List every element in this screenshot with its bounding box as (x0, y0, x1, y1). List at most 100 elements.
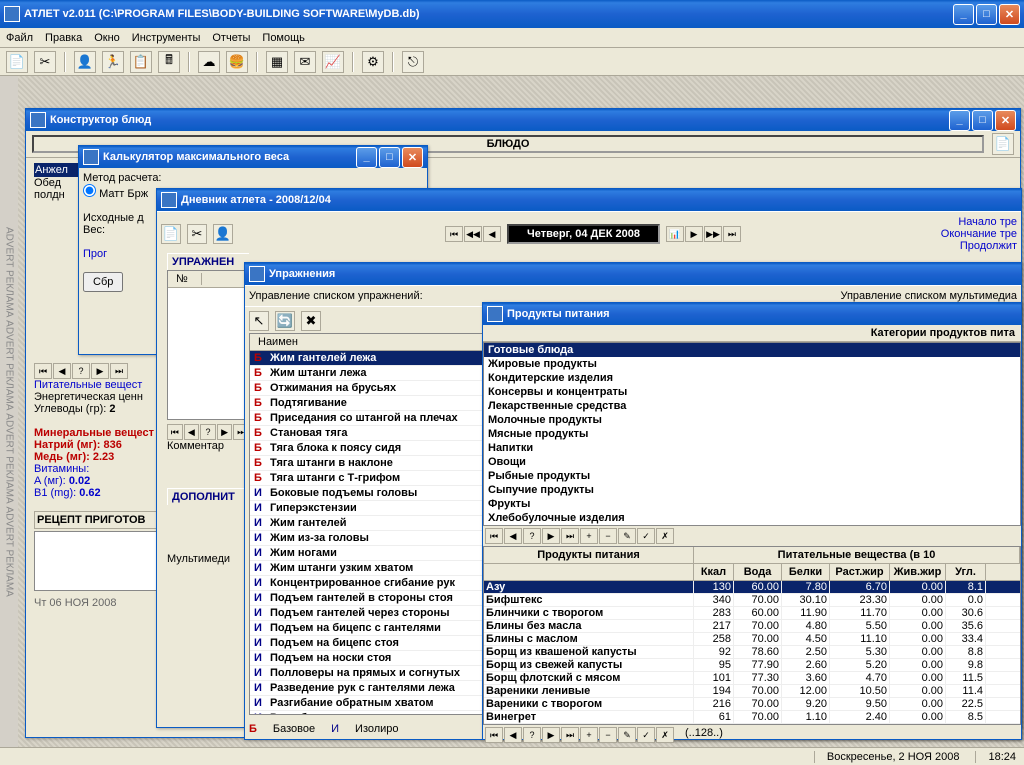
toolbar-gear-icon[interactable]: ⚙ (362, 51, 384, 73)
calc-min-button[interactable]: _ (356, 147, 377, 168)
ex-cursor-icon[interactable]: ↖ (249, 311, 269, 331)
exercise-row[interactable]: ИПодъем на носки стоя (250, 651, 488, 666)
dish-min-button[interactable]: _ (949, 110, 970, 131)
category-row[interactable]: Консервы и концентраты (484, 385, 1020, 399)
exercise-row[interactable]: БТяга блока к поясу сидя (250, 441, 488, 456)
exercise-row[interactable]: БПриседания со штангой на плечах (250, 411, 488, 426)
exercise-row[interactable]: ИПолловеры на прямых и согнутых (250, 666, 488, 681)
toolbar-run-icon[interactable]: 🏃 (102, 51, 124, 73)
product-row[interactable]: Азу13060.007.806.700.008.1 (484, 581, 1020, 594)
category-row[interactable]: Готовые блюда (484, 343, 1020, 357)
category-row[interactable]: Овощи (484, 455, 1020, 469)
exercise-row[interactable]: ИЖим из-за головы (250, 531, 488, 546)
toolbar-user-icon[interactable]: 👤 (74, 51, 96, 73)
product-col-header[interactable]: Вода (734, 564, 782, 580)
diary-new-icon[interactable]: 📄 (161, 224, 181, 244)
product-head[interactable]: Продукты питания (484, 547, 694, 563)
dish-close-button[interactable]: ✕ (995, 110, 1016, 131)
category-row[interactable]: Молочные продукты (484, 413, 1020, 427)
product-row[interactable]: Борщ флотский с мясом10177.303.604.700.0… (484, 672, 1020, 685)
exercise-row[interactable]: БЖим штанги лежа (250, 366, 488, 381)
product-col-header[interactable]: Белки (782, 564, 830, 580)
product-row[interactable]: Блины с маслом25870.004.5011.100.0033.4 (484, 633, 1020, 646)
toolbar-chart-icon[interactable]: 📈 (322, 51, 344, 73)
reset-button[interactable]: Сбр (83, 272, 123, 292)
toolbar-grid-icon[interactable]: ▦ (266, 51, 288, 73)
exercise-row[interactable]: ИГиперэкстензии (250, 501, 488, 516)
nut-head2[interactable]: Питательные вещества (в 10 (694, 547, 1020, 563)
diary-date-nav[interactable]: ⏮◀◀◀ (445, 226, 501, 242)
menu-file[interactable]: Файл (6, 32, 33, 44)
exercise-row[interactable]: БСтановая тяга (250, 426, 488, 441)
exercise-row[interactable]: ИЖим гантелей (250, 516, 488, 531)
toolbar-cut-icon[interactable]: ✂ (34, 51, 56, 73)
calc-max-button[interactable]: □ (379, 147, 400, 168)
product-row[interactable]: Блины без масла21770.004.805.500.0035.6 (484, 620, 1020, 633)
toolbar-cloud-icon[interactable]: ☁ (198, 51, 220, 73)
ex-delete-icon[interactable]: ✖ (301, 311, 321, 331)
category-row[interactable]: Кондитерские изделия (484, 371, 1020, 385)
min-head[interactable]: Минеральные вещест (34, 427, 166, 439)
menu-window[interactable]: Окно (94, 32, 120, 44)
toolbar-burger-icon[interactable]: 🍔 (226, 51, 248, 73)
product-row[interactable]: Вареники ленивые19470.0012.0010.500.0011… (484, 685, 1020, 698)
nut-head[interactable]: Питательные вещест (34, 379, 166, 391)
calc-close-button[interactable]: ✕ (402, 147, 423, 168)
exercise-row[interactable]: ИКонцентрированное сгибание рук (250, 576, 488, 591)
close-button[interactable]: ✕ (999, 4, 1020, 25)
product-col-header[interactable]: Угл. (946, 564, 986, 580)
menu-help[interactable]: Помощь (262, 32, 305, 44)
vit-head[interactable]: Витамины: (34, 463, 166, 475)
end-link[interactable]: Окончание тре (941, 228, 1017, 240)
menu-tools[interactable]: Инструменты (132, 32, 201, 44)
product-col-header[interactable]: Ккал (694, 564, 734, 580)
product-row[interactable]: Борщ из квашеной капусты9278.602.505.300… (484, 646, 1020, 659)
exercise-row[interactable]: БТяга штанги с Т-грифом (250, 471, 488, 486)
product-row[interactable]: Борщ из свежей капусты9577.902.605.200.0… (484, 659, 1020, 672)
toolbar-clip-icon[interactable]: 📋 (130, 51, 152, 73)
prod-nav[interactable]: ⏮◀?▶⏭+−✎✓✗ (..128..) (483, 725, 1021, 745)
col-name[interactable]: Наимен (254, 336, 484, 348)
product-col-header[interactable]: Раст.жир (830, 564, 890, 580)
category-row[interactable]: Рыбные продукты (484, 469, 1020, 483)
menu-edit[interactable]: Правка (45, 32, 82, 44)
product-row[interactable]: Бифштекс34070.0030.1023.300.000.0 (484, 594, 1020, 607)
dur-link[interactable]: Продолжит (941, 240, 1017, 252)
exercise-row[interactable]: ИРазведение рук с гантелями лежа (250, 681, 488, 696)
new-dish-icon[interactable]: 📄 (992, 133, 1014, 155)
exercise-row[interactable]: ИРазгибания в запястьях (250, 711, 488, 715)
exercise-row[interactable]: ИРазгибание обратным хватом (250, 696, 488, 711)
category-row[interactable]: Жировые продукты (484, 357, 1020, 371)
category-row[interactable]: Фрукты (484, 497, 1020, 511)
toolbar-calc-icon[interactable]: 🖩 (158, 51, 180, 73)
category-row[interactable]: Лекарственные средства (484, 399, 1020, 413)
exercise-row[interactable]: ИПодъем на бицепс стоя (250, 636, 488, 651)
category-row[interactable]: Напитки (484, 441, 1020, 455)
toolbar-new-icon[interactable]: 📄 (6, 51, 28, 73)
exercise-row[interactable]: БПодтягивание (250, 396, 488, 411)
cat-nav[interactable]: ⏮◀?▶⏭+−✎✓✗ (483, 526, 1021, 546)
product-row[interactable]: Вареники с творогом21670.009.209.500.002… (484, 698, 1020, 711)
toolbar-mail-icon[interactable]: ✉ (294, 51, 316, 73)
exercise-row[interactable]: ИПодъем гантелей через стороны (250, 606, 488, 621)
minimize-button[interactable]: _ (953, 4, 974, 25)
exercise-row[interactable]: БТяга штанги в наклоне (250, 456, 488, 471)
exercise-row[interactable]: БОтжимания на брусьях (250, 381, 488, 396)
exercise-row[interactable]: ИБоковые подъемы головы (250, 486, 488, 501)
product-col-header[interactable]: Жив.жир (890, 564, 946, 580)
category-row[interactable]: Хлебобулочные изделия (484, 511, 1020, 525)
product-row[interactable]: Блинчики с творогом28360.0011.9011.700.0… (484, 607, 1020, 620)
method-radio[interactable] (83, 184, 96, 197)
exercise-row[interactable]: ИПодъем на бицепс с гантелями (250, 621, 488, 636)
ex-refresh-icon[interactable]: 🔄 (275, 311, 295, 331)
nav-minerals[interactable]: ⏮◀?▶⏭ (34, 363, 166, 379)
diary-user-icon[interactable]: 👤 (213, 224, 233, 244)
ex-nav[interactable]: ⏮◀?▶⏭ (167, 424, 249, 440)
recipe-area[interactable] (34, 531, 166, 591)
diary-date-nav2[interactable]: 📊▶▶▶⏭ (666, 226, 741, 242)
product-row[interactable]: Винегрет6170.001.102.400.008.5 (484, 711, 1020, 724)
toolbar-exit-icon[interactable]: ⎋ (402, 51, 424, 73)
diary-cut-icon[interactable]: ✂ (187, 224, 207, 244)
menu-reports[interactable]: Отчеты (212, 32, 250, 44)
exercise-row[interactable]: ИПодъем гантелей в стороны стоя (250, 591, 488, 606)
